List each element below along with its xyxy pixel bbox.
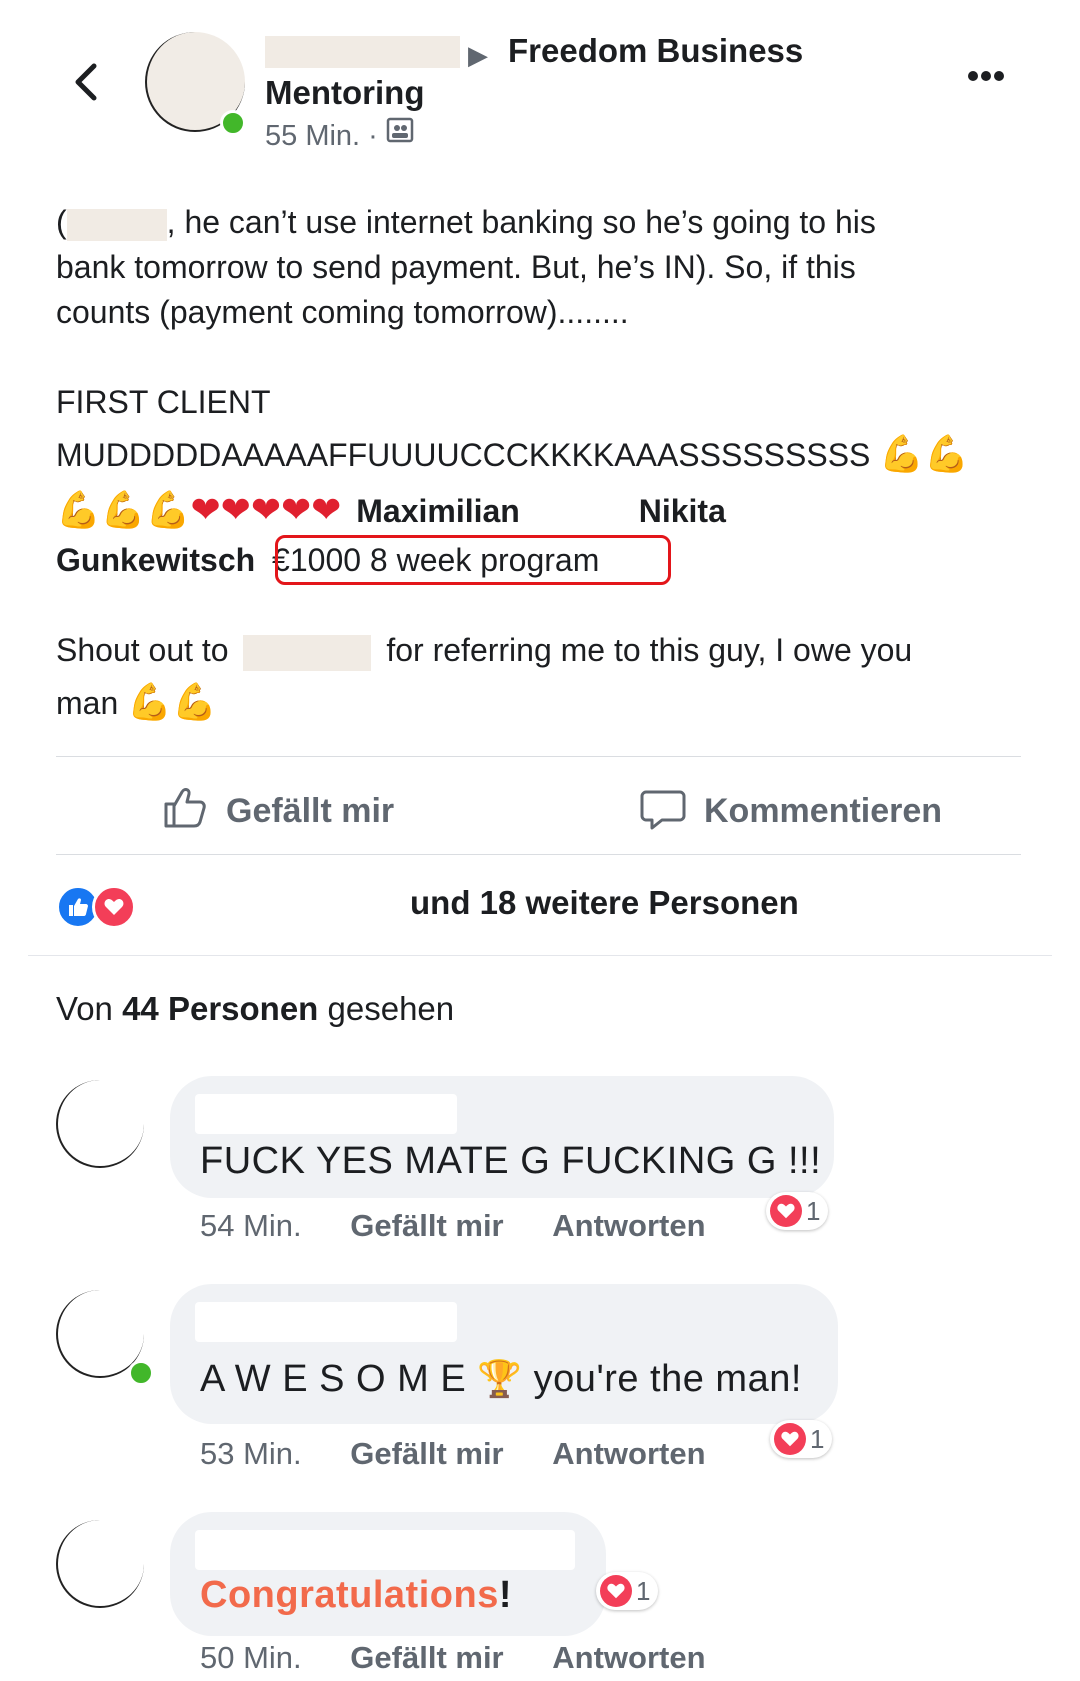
comment-bubble-icon xyxy=(640,784,686,839)
like-button[interactable]: Gefällt mir xyxy=(162,784,394,839)
comment-meta: 53 Min. Gefällt mir Antworten xyxy=(200,1436,706,1472)
audience-icon xyxy=(386,116,414,152)
redacted-name xyxy=(66,208,167,241)
group-name[interactable]: Freedom Business xyxy=(508,32,803,70)
comment-reply-button[interactable]: Antworten xyxy=(552,1436,705,1471)
group-name-cont[interactable]: Mentoring xyxy=(265,74,424,112)
comment-text: Congratulations! xyxy=(200,1574,512,1616)
redacted-commenter-name[interactable] xyxy=(195,1094,457,1134)
comment-reaction-count[interactable]: 1 xyxy=(596,1572,659,1610)
divider xyxy=(56,756,1021,757)
post-text-line3: counts (payment coming tomorrow)........ xyxy=(56,294,629,330)
emoji-and-tags-line: 💪💪💪❤❤❤❤❤ Maximilian Nikita xyxy=(56,490,726,531)
comment-button[interactable]: Kommentieren xyxy=(640,784,942,839)
thumbs-up-icon xyxy=(162,784,208,839)
muscle-emoji: 💪 xyxy=(879,434,925,475)
comment-time[interactable]: 53 Min. xyxy=(200,1436,302,1471)
post-meta: 55 Min. · xyxy=(265,118,414,153)
comment-reaction-count[interactable]: 1 xyxy=(766,1192,829,1230)
comment-text: A W E S O M E 🏆 you're the man! xyxy=(200,1358,802,1400)
post-text-line1: (, he can’t use internet banking so he’s… xyxy=(56,204,876,241)
meta-separator: · xyxy=(368,120,378,152)
seen-by-text: Von 44 Personen gesehen xyxy=(56,990,455,1027)
comment-reply-button[interactable]: Antworten xyxy=(552,1640,705,1675)
tag-maximilian[interactable]: Maximilian xyxy=(356,493,520,529)
commenter-avatar[interactable] xyxy=(56,1080,144,1168)
comment-like-button[interactable]: Gefällt mir xyxy=(350,1436,503,1471)
comment-reply-button[interactable]: Antworten xyxy=(552,1208,705,1243)
redacted-author-name xyxy=(265,36,460,68)
shoutout-line1: Shout out to for referring me to this gu… xyxy=(56,628,912,673)
comment-text: FUCK YES MATE G FUCKING G !!! xyxy=(200,1140,822,1182)
reactions-summary[interactable] xyxy=(56,885,136,929)
back-chevron-icon[interactable] xyxy=(68,60,104,104)
love-reaction-icon xyxy=(774,1423,806,1455)
first-client-text: FIRST CLIENT xyxy=(56,384,271,420)
redacted-name xyxy=(243,634,372,671)
reactions-others-text[interactable]: und 18 weitere Personen xyxy=(410,884,799,922)
love-reaction-icon xyxy=(92,885,136,929)
divider xyxy=(56,854,1021,855)
comment-meta: 54 Min. Gefällt mir Antworten xyxy=(200,1208,706,1244)
comment-time[interactable]: 54 Min. xyxy=(200,1208,302,1243)
shoutout-line2: man 💪💪 xyxy=(56,682,217,723)
tag-nikita[interactable]: Nikita xyxy=(639,493,726,529)
post-text-line2: bank tomorrow to send payment. But, he’s… xyxy=(56,249,856,285)
commenter-avatar[interactable] xyxy=(56,1520,144,1608)
more-dots-icon[interactable] xyxy=(968,68,1012,84)
muscle-emoji: 💪 xyxy=(924,434,969,475)
trophy-emoji: 🏆 xyxy=(477,1359,523,1400)
comment-meta: 50 Min. Gefällt mir Antworten xyxy=(200,1640,706,1676)
celebration-line: MUDDDDDAAAAAFFUUUUCCCKKKKAAASSSSSSSSS 💪💪 xyxy=(56,434,969,475)
comment-like-button[interactable]: Gefällt mir xyxy=(350,1640,503,1675)
love-reaction-icon xyxy=(600,1575,632,1607)
arrow-right-icon: ▶ xyxy=(468,40,488,70)
love-reaction-icon xyxy=(770,1195,802,1227)
post-time[interactable]: 55 Min. xyxy=(265,120,360,152)
online-indicator xyxy=(128,1360,154,1386)
online-indicator xyxy=(220,110,246,136)
comment-time[interactable]: 50 Min. xyxy=(200,1640,302,1675)
price-highlight-box xyxy=(275,535,671,585)
section-divider xyxy=(28,955,1052,956)
tag-gunkewitsch[interactable]: Gunkewitsch xyxy=(56,542,255,578)
redacted-commenter-name[interactable] xyxy=(195,1530,575,1570)
redacted-commenter-name[interactable] xyxy=(195,1302,457,1342)
comment-like-button[interactable]: Gefällt mir xyxy=(350,1208,503,1243)
comment-reaction-count[interactable]: 1 xyxy=(770,1420,833,1458)
